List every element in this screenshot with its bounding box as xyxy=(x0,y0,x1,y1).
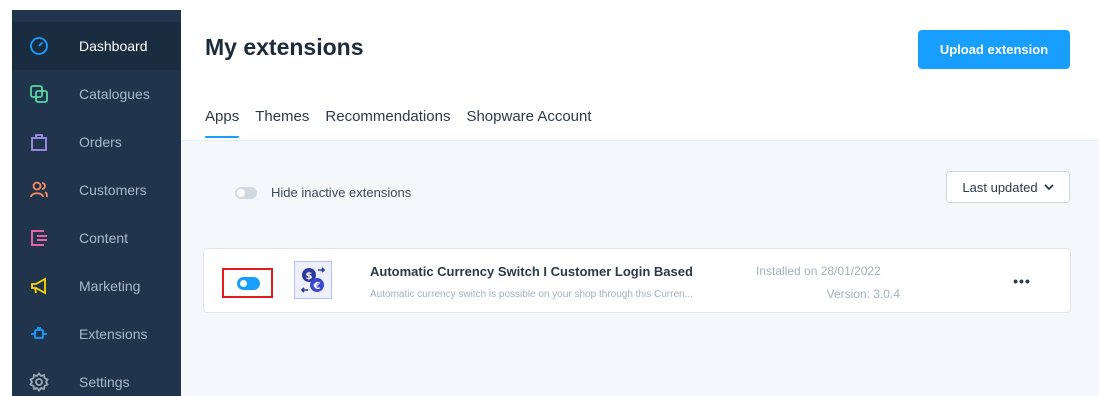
extensions-panel: Hide inactive extensions Last updated $ … xyxy=(181,140,1099,396)
tab-bar: Apps Themes Recommendations Shopware Acc… xyxy=(205,108,608,142)
sort-dropdown-value: Last updated xyxy=(962,179,1038,195)
hide-inactive-label: Hide inactive extensions xyxy=(271,185,412,200)
tab-themes[interactable]: Themes xyxy=(255,108,309,138)
marketing-icon xyxy=(28,275,50,297)
app-frame: Dashboard Catalogues Orders Customers Co… xyxy=(0,0,1099,396)
extension-card: $ € Automatic Currency Switch I Customer… xyxy=(203,248,1071,313)
main-content: My extensions Upload extension Apps Them… xyxy=(181,0,1099,396)
sidebar-item-label: Settings xyxy=(79,374,130,390)
app-logo: $ € xyxy=(294,261,332,299)
chevron-down-icon xyxy=(1043,183,1054,191)
extension-description: Automatic currency switch is possible on… xyxy=(370,289,693,300)
sidebar-item-label: Dashboard xyxy=(79,38,148,54)
extension-active-toggle[interactable] xyxy=(237,277,260,290)
sidebar-item-label: Content xyxy=(79,230,129,246)
settings-icon xyxy=(28,371,50,393)
sidebar-item-dashboard[interactable]: Dashboard xyxy=(12,22,181,70)
sidebar-item-label: Extensions xyxy=(79,326,148,342)
extensions-icon xyxy=(28,323,50,345)
sidebar-item-label: Orders xyxy=(79,134,122,150)
svg-text:$: $ xyxy=(306,271,313,282)
sort-dropdown[interactable]: Last updated xyxy=(946,171,1070,203)
installed-date: Installed on 28/01/2022 xyxy=(756,264,881,278)
customers-icon xyxy=(28,179,50,201)
sidebar-item-orders[interactable]: Orders xyxy=(12,118,181,166)
tab-apps[interactable]: Apps xyxy=(205,108,240,138)
catalogues-icon xyxy=(28,83,50,105)
extension-name: Automatic Currency Switch I Customer Log… xyxy=(370,264,693,279)
sidebar-item-content[interactable]: Content xyxy=(12,214,181,262)
upload-extension-button[interactable]: Upload extension xyxy=(918,30,1070,69)
sidebar-item-label: Catalogues xyxy=(79,86,150,102)
tab-recommendations[interactable]: Recommendations xyxy=(325,108,450,138)
page-title: My extensions xyxy=(205,34,364,60)
extension-version: Version: 3.0.4 xyxy=(826,287,900,301)
hide-inactive-row: Hide inactive extensions xyxy=(235,185,411,200)
hide-inactive-toggle[interactable] xyxy=(235,186,257,199)
sidebar-item-settings[interactable]: Settings xyxy=(12,358,181,396)
orders-icon xyxy=(28,131,50,153)
svg-text:€: € xyxy=(313,281,321,292)
sidebar-item-extensions[interactable]: Extensions xyxy=(12,310,181,358)
sidebar-item-catalogues[interactable]: Catalogues xyxy=(12,70,181,118)
sidebar-item-label: Customers xyxy=(79,182,147,198)
more-options-icon[interactable]: ••• xyxy=(1012,271,1032,291)
sidebar-item-customers[interactable]: Customers xyxy=(12,166,181,214)
sidebar-item-label: Marketing xyxy=(79,278,141,294)
content-icon xyxy=(28,227,50,249)
sidebar-nav: Dashboard Catalogues Orders Customers Co… xyxy=(12,10,181,396)
tab-shopware-account[interactable]: Shopware Account xyxy=(466,108,591,138)
sidebar-item-marketing[interactable]: Marketing xyxy=(12,262,181,310)
dashboard-icon xyxy=(28,35,50,57)
sidebar: Dashboard Catalogues Orders Customers Co… xyxy=(0,0,181,396)
